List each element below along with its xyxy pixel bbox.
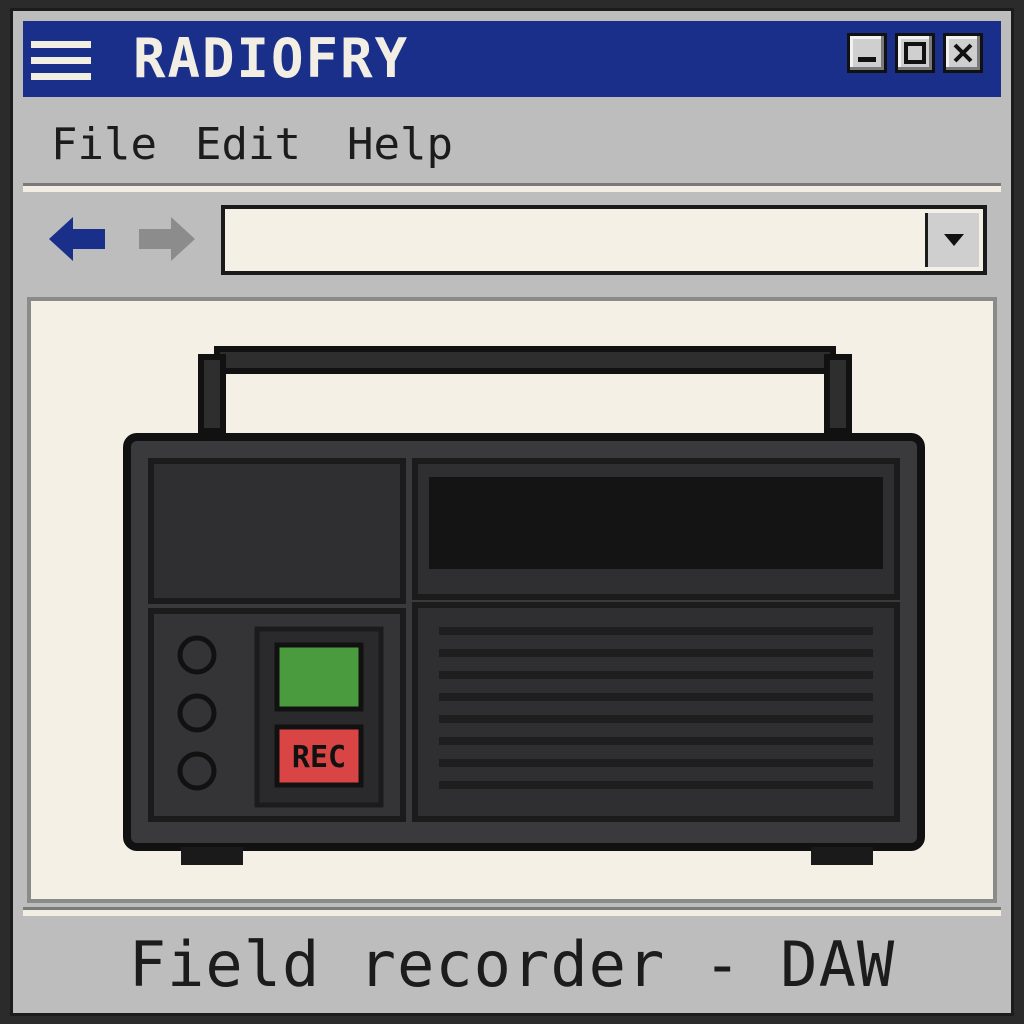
window-title: RADIOFRY bbox=[133, 27, 410, 90]
record-label: REC bbox=[292, 740, 346, 775]
status-bar: Field recorder - DAW bbox=[23, 919, 1001, 1011]
maximize-icon bbox=[904, 42, 926, 64]
recorder-knob-1 bbox=[177, 635, 217, 675]
menu-edit[interactable]: Edit bbox=[195, 119, 301, 170]
title-bar[interactable]: RADIOFRY bbox=[23, 21, 1001, 97]
recorder-knob-3 bbox=[177, 751, 217, 791]
menu-bar: File Edit Help bbox=[23, 101, 1001, 185]
minimize-icon bbox=[858, 57, 876, 62]
arrow-right-icon[interactable] bbox=[135, 211, 199, 267]
maximize-button[interactable] bbox=[895, 33, 935, 73]
address-input[interactable] bbox=[221, 205, 987, 275]
triangle-down-icon bbox=[943, 234, 964, 246]
address-dropdown-button[interactable] bbox=[925, 213, 979, 267]
recorder-knob-2 bbox=[177, 693, 217, 733]
play-button bbox=[274, 642, 364, 712]
minimize-button[interactable] bbox=[847, 33, 887, 73]
recorder-handle-right bbox=[824, 354, 852, 434]
navigation-bar bbox=[23, 201, 1001, 289]
close-icon bbox=[953, 43, 973, 63]
menu-file[interactable]: File bbox=[51, 119, 157, 170]
hamburger-menu-icon[interactable] bbox=[31, 41, 91, 81]
arrow-left-icon[interactable] bbox=[45, 211, 109, 267]
recorder-handle-left bbox=[198, 354, 226, 434]
recorder-top-panel bbox=[148, 458, 406, 604]
status-separator bbox=[23, 907, 1001, 916]
recorder-display bbox=[429, 477, 883, 569]
close-button[interactable] bbox=[943, 33, 983, 73]
menu-help[interactable]: Help bbox=[347, 119, 453, 170]
recorder-foot-left bbox=[181, 847, 243, 865]
status-text: Field recorder - DAW bbox=[128, 928, 896, 1001]
content-pane: REC bbox=[27, 297, 997, 903]
field-recorder-icon: REC bbox=[123, 346, 925, 865]
menu-separator bbox=[23, 183, 1001, 192]
recorder-handle bbox=[214, 346, 836, 374]
recorder-foot-right bbox=[811, 847, 873, 865]
app-window: RADIOFRY File Edit Help REC Field record… bbox=[10, 8, 1014, 1016]
